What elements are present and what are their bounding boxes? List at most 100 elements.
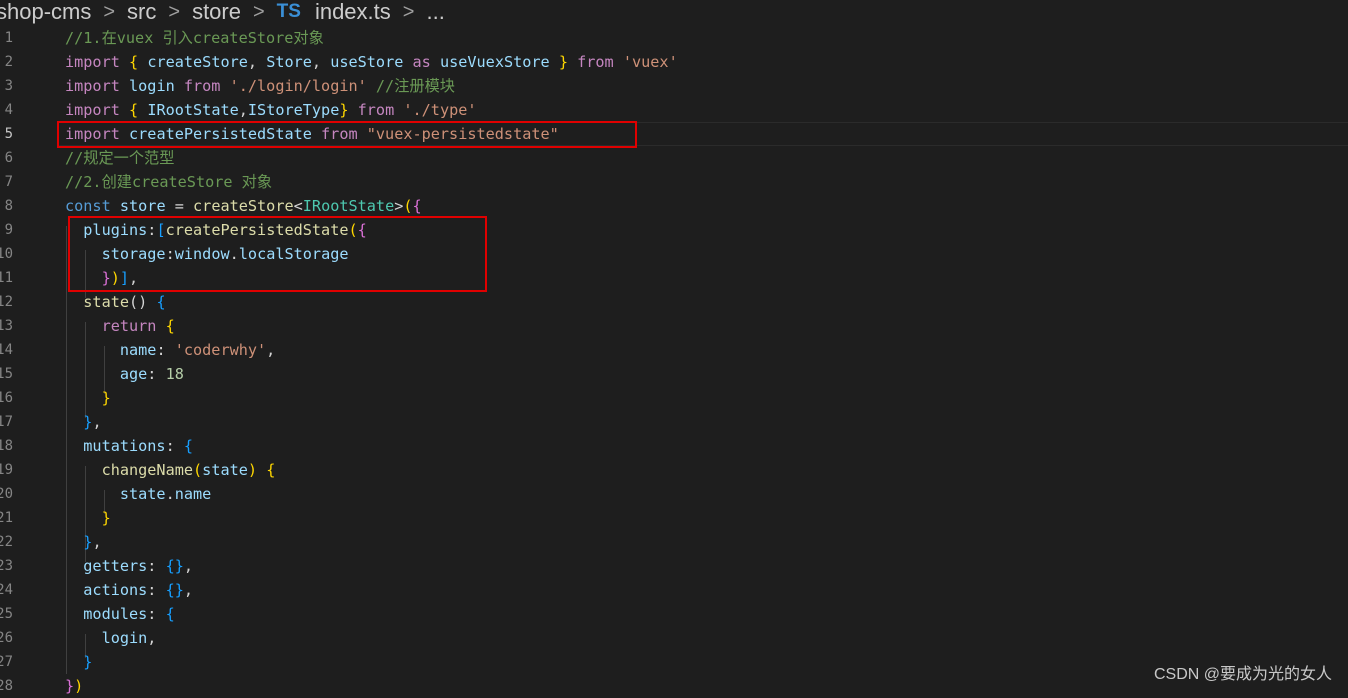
code-line[interactable]: 24 actions: {}, xyxy=(0,578,1348,602)
code-text[interactable]: return { xyxy=(65,314,175,338)
line-number[interactable]: 3 xyxy=(0,74,13,98)
code-line[interactable]: 2 import { createStore, Store, useStore a… xyxy=(0,50,1348,74)
code-line[interactable]: 28}) xyxy=(0,674,1348,698)
line-number[interactable]: 7 xyxy=(0,170,13,194)
line-number[interactable]: 15 xyxy=(0,362,13,386)
code-token: from xyxy=(174,77,230,95)
line-number[interactable]: 25 xyxy=(0,602,13,626)
breadcrumb-item-file[interactable]: index.ts xyxy=(315,0,391,24)
code-token: { xyxy=(183,437,194,455)
code-token: : xyxy=(147,605,166,623)
line-number[interactable]: 19 xyxy=(0,458,13,482)
breadcrumb-item-src[interactable]: src xyxy=(127,0,156,24)
code-token: import xyxy=(65,77,130,95)
line-number[interactable]: 11 xyxy=(0,266,13,290)
code-text[interactable]: getters: {}, xyxy=(65,554,193,578)
code-line[interactable]: 22 }, xyxy=(0,530,1348,554)
code-text[interactable]: import login from './login/login' //注册模块 xyxy=(65,74,455,98)
code-token: actions xyxy=(65,581,148,599)
code-line[interactable]: 25 modules: { xyxy=(0,602,1348,626)
breadcrumb-item-project[interactable]: shop-cms xyxy=(0,0,91,24)
code-text[interactable]: const store = createStore<IRootState>({ xyxy=(65,194,422,218)
line-number[interactable]: 13 xyxy=(0,314,13,338)
code-line[interactable]: 17 }, xyxy=(0,410,1348,434)
code-token: : xyxy=(147,365,166,383)
line-number[interactable]: 24 xyxy=(0,578,13,602)
code-text[interactable]: login, xyxy=(65,626,157,650)
code-line[interactable]: 15 age: 18 xyxy=(0,362,1348,386)
line-number[interactable]: 14 xyxy=(0,338,13,362)
code-line[interactable]: 6 //规定一个范型 xyxy=(0,146,1348,170)
code-line[interactable]: 20 state.name xyxy=(0,482,1348,506)
code-text[interactable]: age: 18 xyxy=(65,362,184,386)
code-line[interactable]: 8 const store = createStore<IRootState>({ xyxy=(0,194,1348,218)
line-number[interactable]: 17 xyxy=(0,410,13,434)
code-token: './type' xyxy=(403,101,477,119)
code-text[interactable]: } xyxy=(65,386,111,410)
line-number[interactable]: 23 xyxy=(0,554,13,578)
line-number[interactable]: 27 xyxy=(0,650,13,674)
code-line[interactable]: 1 //1.在vuex 引入createStore对象 xyxy=(0,26,1348,50)
code-line[interactable]: 21 } xyxy=(0,506,1348,530)
line-number[interactable]: 21 xyxy=(0,506,13,530)
line-number[interactable]: 20 xyxy=(0,482,13,506)
line-number[interactable]: 18 xyxy=(0,434,13,458)
code-token: createStore xyxy=(193,197,294,215)
code-line[interactable]: 18 mutations: { xyxy=(0,434,1348,458)
line-number[interactable]: 26 xyxy=(0,626,13,650)
code-text[interactable]: actions: {}, xyxy=(65,578,193,602)
code-line[interactable]: 7 //2.创建createStore 对象 xyxy=(0,170,1348,194)
code-token: , xyxy=(247,53,267,71)
line-number[interactable]: 6 xyxy=(0,146,13,170)
code-token: ) xyxy=(74,677,84,695)
code-line[interactable]: 19 changeName(state) { xyxy=(0,458,1348,482)
breadcrumb-item-symbols[interactable]: ... xyxy=(426,0,444,24)
line-number[interactable]: 4 xyxy=(0,98,13,122)
code-token: , xyxy=(147,629,157,647)
code-text[interactable]: //1.在vuex 引入createStore对象 xyxy=(65,26,324,50)
line-number[interactable]: 2 xyxy=(0,50,13,74)
code-text[interactable]: //规定一个范型 xyxy=(65,146,174,170)
code-line[interactable]: 12 state() { xyxy=(0,290,1348,314)
line-number[interactable]: 28 xyxy=(0,674,13,698)
code-text[interactable]: import { IRootState,IStoreType} from './… xyxy=(65,98,477,122)
line-number[interactable]: 1 xyxy=(0,26,13,50)
code-text[interactable]: changeName(state) { xyxy=(65,458,276,482)
code-line[interactable]: 13 return { xyxy=(0,314,1348,338)
breadcrumb-item-store[interactable]: store xyxy=(192,0,241,24)
code-text[interactable]: } xyxy=(65,506,111,530)
code-text[interactable]: import { createStore, Store, useStore as… xyxy=(65,50,678,74)
code-text[interactable]: } xyxy=(65,650,92,674)
code-text[interactable]: state() { xyxy=(65,290,165,314)
code-line[interactable]: 16 } xyxy=(0,386,1348,410)
code-text[interactable]: modules: { xyxy=(65,602,175,626)
code-text[interactable]: }) xyxy=(65,674,83,698)
code-token: : xyxy=(147,581,166,599)
breadcrumb-separator: > xyxy=(252,0,265,23)
code-token: } xyxy=(65,653,93,671)
code-token: IStoreType xyxy=(247,101,340,119)
code-text[interactable]: }, xyxy=(65,410,101,434)
code-editor[interactable]: 1 //1.在vuex 引入createStore对象 2 import { crea… xyxy=(0,26,1348,695)
line-number[interactable]: 10 xyxy=(0,242,13,266)
code-token: { xyxy=(165,605,175,623)
breadcrumb-separator: > xyxy=(103,0,116,23)
code-line[interactable]: 23 getters: {}, xyxy=(0,554,1348,578)
line-number[interactable]: 12 xyxy=(0,290,13,314)
code-line[interactable]: 4 import { IRootState,IStoreType} from '.… xyxy=(0,98,1348,122)
line-number[interactable]: 16 xyxy=(0,386,13,410)
code-text[interactable]: }, xyxy=(65,530,101,554)
code-text[interactable]: //2.创建createStore 对象 xyxy=(65,170,272,194)
code-line[interactable]: 14 name: 'coderwhy', xyxy=(0,338,1348,362)
code-text[interactable]: name: 'coderwhy', xyxy=(65,338,275,362)
code-token: //2.创建createStore 对象 xyxy=(65,173,273,191)
line-number[interactable]: 9 xyxy=(0,218,13,242)
code-line[interactable]: 26 login, xyxy=(0,626,1348,650)
code-text[interactable]: mutations: { xyxy=(65,434,193,458)
code-line[interactable]: 3 import login from './login/login' //注册模… xyxy=(0,74,1348,98)
line-number[interactable]: 8 xyxy=(0,194,13,218)
line-number[interactable]: 22 xyxy=(0,530,13,554)
code-line[interactable]: 27 } xyxy=(0,650,1348,674)
code-text[interactable]: state.name xyxy=(65,482,211,506)
line-number[interactable]: 5 xyxy=(0,122,13,146)
